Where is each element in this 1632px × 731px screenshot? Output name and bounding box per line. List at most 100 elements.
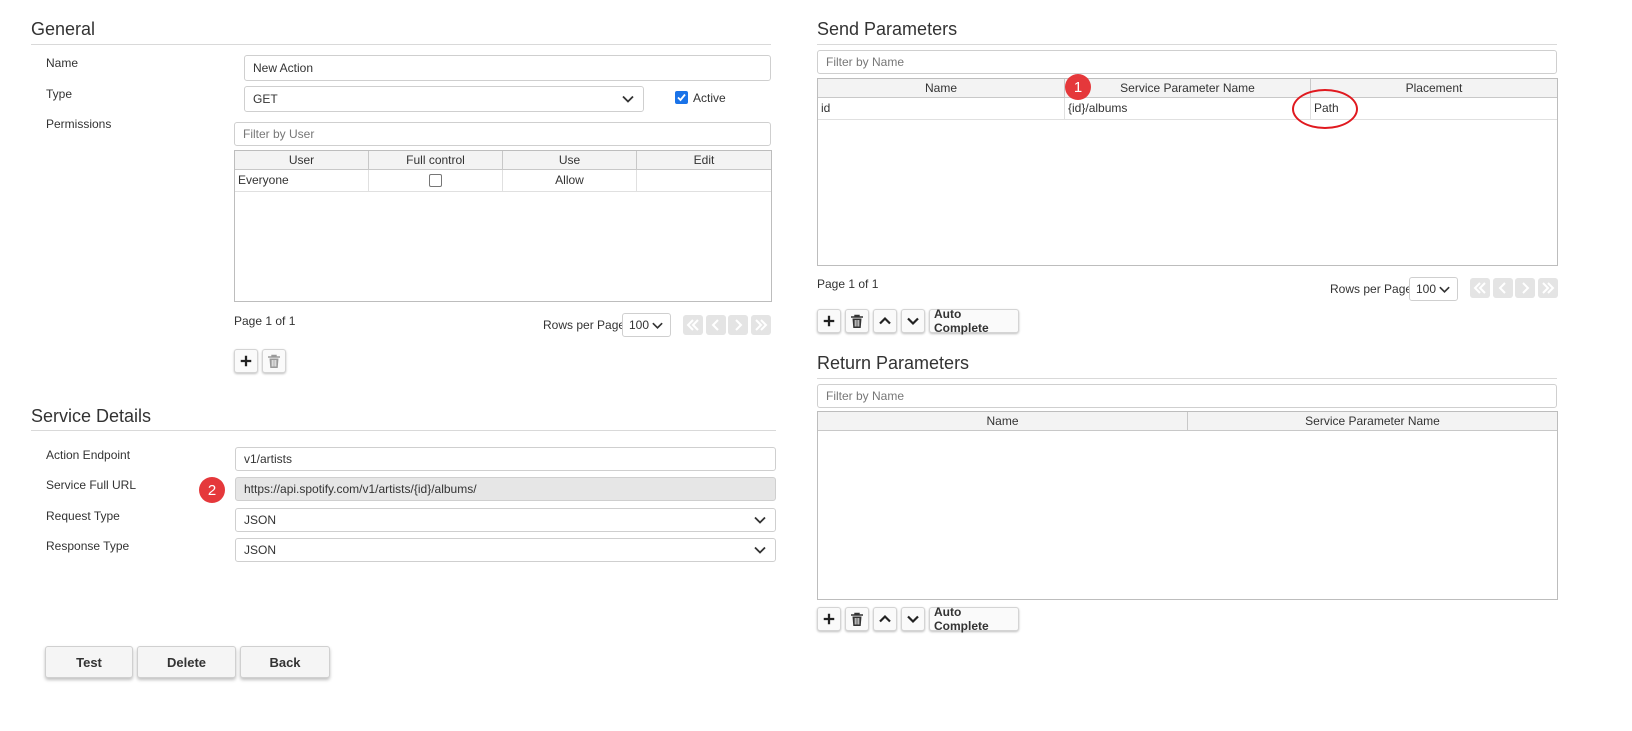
- column-header-service-parameter-name[interactable]: Service Parameter Name: [1065, 79, 1311, 97]
- send-last-page-button[interactable]: [1538, 278, 1558, 298]
- name-label: Name: [46, 56, 79, 70]
- send-move-up-button[interactable]: [873, 309, 897, 333]
- chevron-right-icon: [735, 319, 743, 331]
- chevron-down-icon: [754, 516, 766, 524]
- chevron-up-icon: [879, 316, 891, 325]
- permissions-label: Permissions: [46, 117, 112, 131]
- last-page-button[interactable]: [751, 315, 771, 335]
- trash-icon: [268, 354, 280, 368]
- request-type-value: JSON: [244, 513, 277, 527]
- cell-name: id: [818, 98, 1065, 119]
- permissions-rows-per-page-select[interactable]: 100: [622, 313, 671, 337]
- type-label: Type: [46, 87, 73, 101]
- delete-button[interactable]: Delete: [137, 646, 236, 678]
- return-add-button[interactable]: [817, 607, 841, 631]
- cell-service-parameter-name: {id}/albums: [1065, 98, 1311, 119]
- return-filter-placeholder: Filter by Name: [826, 389, 905, 403]
- send-move-down-button[interactable]: [901, 309, 925, 333]
- annotation-marker-2: 2: [199, 477, 225, 503]
- permissions-rows-per-page-label: Rows per Page: [543, 318, 626, 332]
- trash-icon: [851, 612, 863, 626]
- filter-by-user-placeholder: Filter by User: [243, 127, 315, 141]
- add-permission-button[interactable]: [234, 349, 258, 373]
- send-parameters-grid-header: Name Service Parameter Name Placement: [818, 79, 1557, 98]
- column-header-service-parameter-name[interactable]: Service Parameter Name: [1188, 412, 1557, 430]
- return-parameters-grid-header: Name Service Parameter Name: [818, 412, 1557, 431]
- first-page-button[interactable]: [683, 315, 703, 335]
- general-divider: [31, 44, 771, 45]
- name-value: New Action: [253, 61, 314, 75]
- delete-permission-button[interactable]: [262, 349, 286, 373]
- send-page-info: Page 1 of 1: [817, 277, 879, 291]
- send-filter-placeholder: Filter by Name: [826, 55, 905, 69]
- filter-by-user-input[interactable]: Filter by User: [234, 122, 771, 146]
- send-parameters-grid: Name Service Parameter Name Placement id…: [817, 78, 1558, 266]
- send-auto-complete-button[interactable]: Auto Complete: [929, 307, 1019, 335]
- chevron-up-icon: [879, 614, 891, 623]
- send-delete-button[interactable]: [845, 309, 869, 333]
- send-filter-by-name-input[interactable]: Filter by Name: [817, 50, 1557, 74]
- type-select[interactable]: GET: [244, 86, 644, 112]
- back-button[interactable]: Back: [240, 646, 330, 678]
- cell-use: Allow: [503, 170, 637, 191]
- service-details-divider: [31, 430, 776, 431]
- plus-icon: [240, 355, 252, 367]
- column-header-edit[interactable]: Edit: [637, 151, 771, 169]
- send-next-page-button[interactable]: [1515, 278, 1535, 298]
- response-type-value: JSON: [244, 543, 277, 557]
- column-header-use[interactable]: Use: [503, 151, 637, 169]
- check-icon: [677, 93, 686, 102]
- response-type-label: Response Type: [46, 539, 130, 553]
- rows-per-page-value: 100: [1416, 282, 1437, 296]
- send-parameters-divider: [817, 44, 1557, 45]
- plus-icon: [823, 315, 835, 327]
- send-rows-per-page-select[interactable]: 100: [1409, 277, 1458, 301]
- return-parameters-divider: [817, 378, 1557, 379]
- highlight-ellipse: [1292, 89, 1358, 129]
- send-previous-page-button[interactable]: [1493, 278, 1513, 298]
- request-type-select[interactable]: JSON: [235, 508, 776, 532]
- return-move-down-button[interactable]: [901, 607, 925, 631]
- test-button[interactable]: Test: [45, 646, 133, 678]
- full-control-checkbox[interactable]: [429, 174, 442, 187]
- chevron-down-icon: [1439, 286, 1450, 294]
- service-full-url-field: https://api.spotify.com/v1/artists/{id}/…: [235, 477, 776, 501]
- column-header-user[interactable]: User: [235, 151, 369, 169]
- return-parameters-grid: Name Service Parameter Name: [817, 411, 1558, 600]
- chevron-right-icon: [1522, 282, 1530, 294]
- chevron-down-icon: [652, 322, 663, 330]
- table-row[interactable]: id {id}/albums Path: [818, 98, 1557, 120]
- next-page-button[interactable]: [728, 315, 748, 335]
- return-auto-complete-button[interactable]: Auto Complete: [929, 605, 1019, 633]
- send-add-button[interactable]: [817, 309, 841, 333]
- send-first-page-button[interactable]: [1470, 278, 1490, 298]
- action-endpoint-input[interactable]: v1/artists: [235, 447, 776, 471]
- send-parameters-title: Send Parameters: [817, 19, 958, 39]
- chevron-down-icon: [622, 95, 634, 103]
- rows-per-page-value: 100: [629, 318, 650, 332]
- table-row[interactable]: Everyone Allow: [235, 170, 771, 192]
- name-input[interactable]: New Action: [244, 55, 771, 81]
- previous-page-button[interactable]: [706, 315, 726, 335]
- return-move-up-button[interactable]: [873, 607, 897, 631]
- active-checkbox[interactable]: [675, 91, 688, 104]
- active-label: Active: [693, 91, 726, 105]
- column-header-full-control[interactable]: Full control: [369, 151, 503, 169]
- service-details-title: Service Details: [31, 406, 152, 426]
- action-endpoint-value: v1/artists: [244, 452, 293, 466]
- column-header-name[interactable]: Name: [818, 412, 1188, 430]
- response-type-select[interactable]: JSON: [235, 538, 776, 562]
- double-chevron-right-icon: [1542, 282, 1555, 294]
- action-endpoint-label: Action Endpoint: [46, 448, 131, 462]
- return-parameters-title: Return Parameters: [817, 353, 970, 373]
- return-filter-by-name-input[interactable]: Filter by Name: [817, 384, 1557, 408]
- trash-icon: [851, 314, 863, 328]
- service-full-url-value: https://api.spotify.com/v1/artists/{id}/…: [244, 482, 477, 496]
- chevron-left-icon: [711, 319, 719, 331]
- column-header-name[interactable]: Name: [818, 79, 1065, 97]
- permissions-page-info: Page 1 of 1: [234, 314, 296, 328]
- return-delete-button[interactable]: [845, 607, 869, 631]
- chevron-down-icon: [907, 317, 919, 326]
- send-rows-per-page-label: Rows per Page: [1330, 282, 1413, 296]
- service-full-url-label: Service Full URL: [46, 478, 137, 492]
